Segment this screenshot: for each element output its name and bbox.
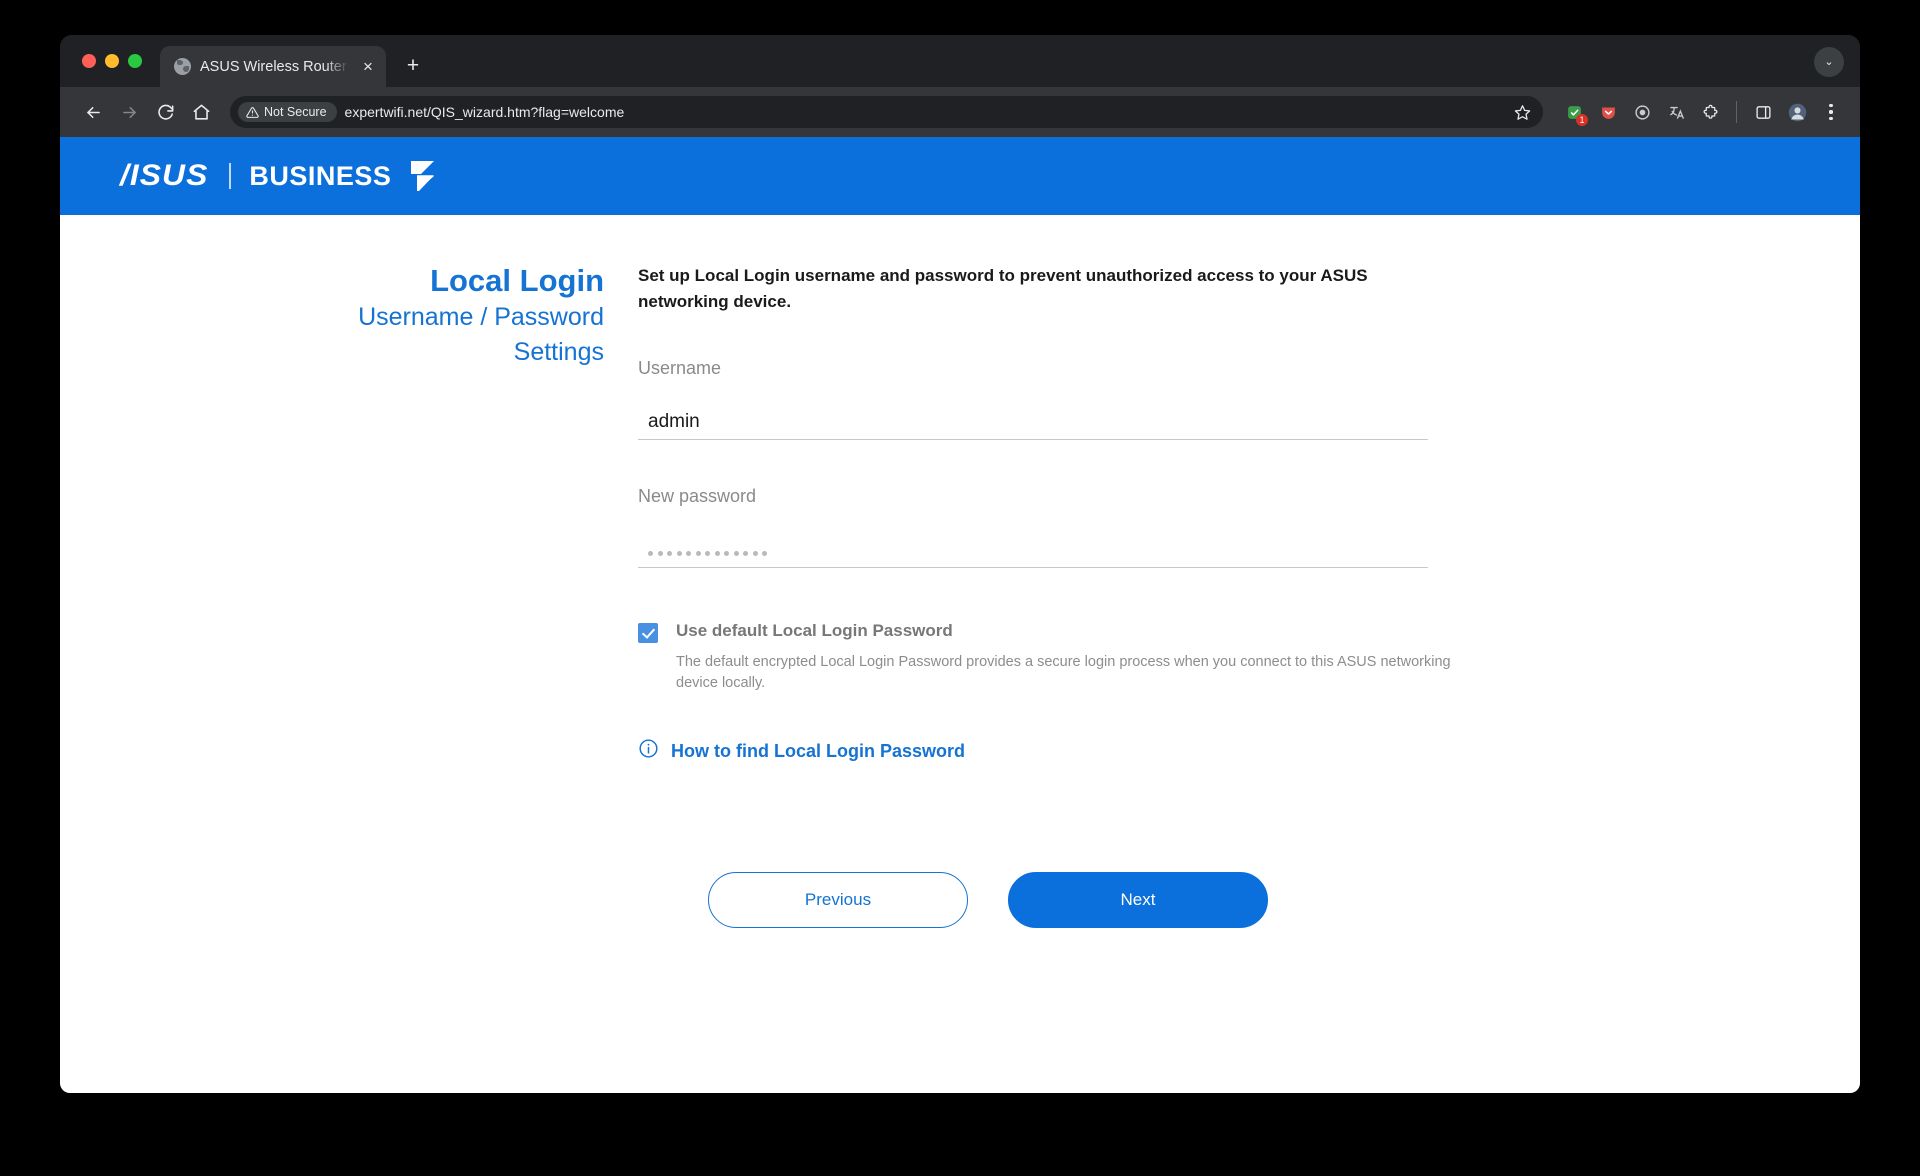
toolbar-divider	[1736, 101, 1737, 123]
password-field-group: New password	[638, 486, 1468, 568]
extension-badge-count: 1	[1576, 114, 1588, 126]
browser-window: ASUS Wireless Router Expert × + ⌄ Not Se…	[60, 35, 1860, 1093]
close-tab-button[interactable]: ×	[358, 57, 378, 77]
asus-wordmark: /ISUS	[120, 159, 209, 192]
page-content: /ISUS BUSINESS Local Login Username / Pa…	[60, 137, 1860, 1093]
page-title-block: Local Login Username / Password Settings	[60, 263, 638, 928]
tab-strip: ASUS Wireless Router Expert × + ⌄	[60, 35, 1860, 87]
url-text[interactable]: expertwifi.net/QIS_wizard.htm?flag=welco…	[345, 104, 1506, 120]
username-label: Username	[638, 358, 722, 378]
globe-icon	[174, 58, 191, 75]
new-password-label: New password	[638, 486, 757, 506]
page-title: Local Login	[430, 263, 604, 298]
address-bar[interactable]: Not Secure expertwifi.net/QIS_wizard.htm…	[230, 96, 1543, 128]
checkbox-description: The default encrypted Local Login Passwo…	[676, 654, 1451, 692]
checkbox-text-block: Use default Local Login Password The def…	[676, 620, 1468, 694]
asus-business-logo[interactable]: /ISUS BUSINESS	[120, 159, 435, 193]
how-to-find-password-link[interactable]: How to find Local Login Password	[638, 738, 1468, 764]
extension-icon-translate[interactable]	[1661, 97, 1691, 127]
main-content: Local Login Username / Password Settings…	[60, 215, 1860, 929]
page-subtitle-line2: Settings	[513, 338, 604, 367]
use-default-password-checkbox[interactable]	[638, 623, 658, 643]
wizard-buttons: Previous Next	[638, 872, 1468, 929]
username-input[interactable]: admin	[638, 400, 1428, 440]
info-circle-icon	[638, 738, 659, 764]
previous-button[interactable]: Previous	[708, 872, 968, 929]
close-window-button[interactable]	[82, 54, 96, 68]
reload-icon[interactable]	[148, 95, 182, 129]
how-to-find-password-label: How to find Local Login Password	[671, 740, 966, 761]
checkbox-label: Use default Local Login Password	[676, 621, 953, 640]
username-field-group: Username admin	[638, 358, 1468, 440]
warning-triangle-icon	[246, 106, 259, 118]
browser-menu-button[interactable]	[1816, 97, 1846, 127]
password-masked-value	[648, 551, 767, 561]
browser-tab[interactable]: ASUS Wireless Router Expert ×	[160, 46, 386, 87]
minimize-window-button[interactable]	[105, 54, 119, 68]
not-secure-label: Not Secure	[264, 105, 327, 119]
expertwifi-mark-icon	[405, 159, 435, 193]
page-subtitle-line1: Username / Password	[358, 302, 604, 331]
new-tab-button[interactable]: +	[398, 51, 428, 81]
next-button[interactable]: Next	[1008, 872, 1268, 929]
form-column: Set up Local Login username and password…	[638, 263, 1558, 929]
extension-icon-adblock[interactable]: 1	[1559, 97, 1589, 127]
window-controls	[76, 35, 160, 87]
new-password-input[interactable]	[638, 528, 1428, 568]
maximize-window-button[interactable]	[128, 54, 142, 68]
forward-arrow-icon[interactable]	[112, 95, 146, 129]
side-panel-icon[interactable]	[1748, 97, 1778, 127]
profile-avatar-icon[interactable]	[1782, 97, 1812, 127]
not-secure-badge[interactable]: Not Secure	[238, 102, 337, 122]
business-wordmark: BUSINESS	[249, 160, 392, 191]
extensions-group: 1	[1555, 97, 1846, 127]
bookmark-star-icon[interactable]	[1514, 104, 1531, 121]
chevron-down-icon[interactable]: ⌄	[1814, 47, 1844, 77]
extensions-puzzle-icon[interactable]	[1695, 97, 1725, 127]
tab-title: ASUS Wireless Router Expert	[200, 58, 349, 75]
home-icon[interactable]	[184, 95, 218, 129]
site-header: /ISUS BUSINESS	[60, 137, 1860, 215]
browser-toolbar: Not Secure expertwifi.net/QIS_wizard.htm…	[60, 87, 1860, 137]
extension-icon-privacy[interactable]	[1627, 97, 1657, 127]
username-value: admin	[648, 411, 700, 432]
use-default-password-row[interactable]: Use default Local Login Password The def…	[638, 620, 1468, 694]
logo-separator	[229, 163, 232, 189]
intro-text: Set up Local Login username and password…	[638, 266, 1368, 311]
extension-icon-pocket[interactable]	[1593, 97, 1623, 127]
back-arrow-icon[interactable]	[76, 95, 110, 129]
